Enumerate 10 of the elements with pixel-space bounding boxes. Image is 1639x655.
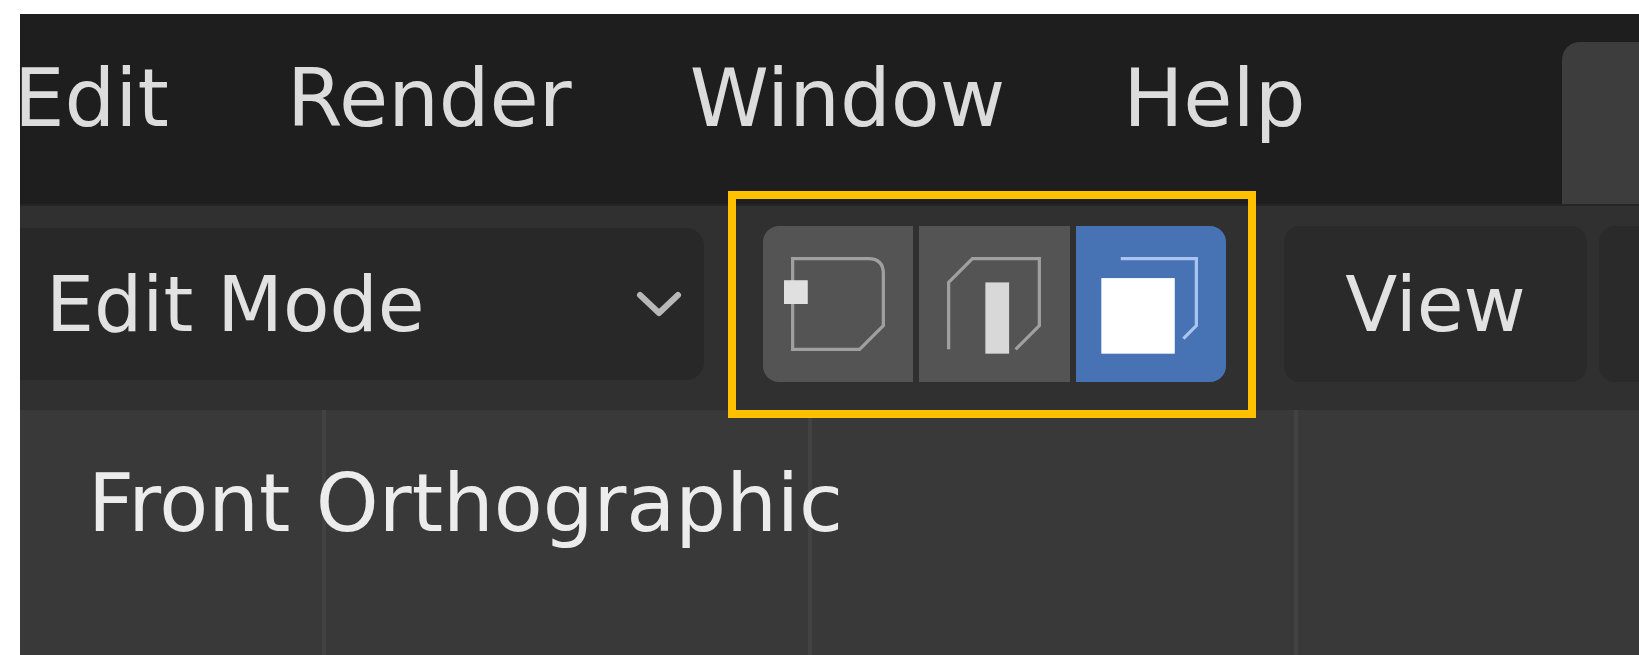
select-mode-button[interactable] <box>1075 226 1226 382</box>
menu-item[interactable]: Render <box>286 59 572 159</box>
select-mode-button[interactable] <box>763 226 914 382</box>
mode-dropdown[interactable]: Edit Mode <box>20 228 704 380</box>
menu-item[interactable]: Help <box>1123 59 1306 159</box>
view-menu[interactable]: View <box>1284 226 1587 382</box>
chevron-down-icon <box>634 289 684 319</box>
select-mode-button[interactable] <box>919 226 1070 382</box>
menu-item[interactable]: Edit <box>20 59 169 159</box>
menu-item[interactable]: Window <box>689 59 1006 159</box>
